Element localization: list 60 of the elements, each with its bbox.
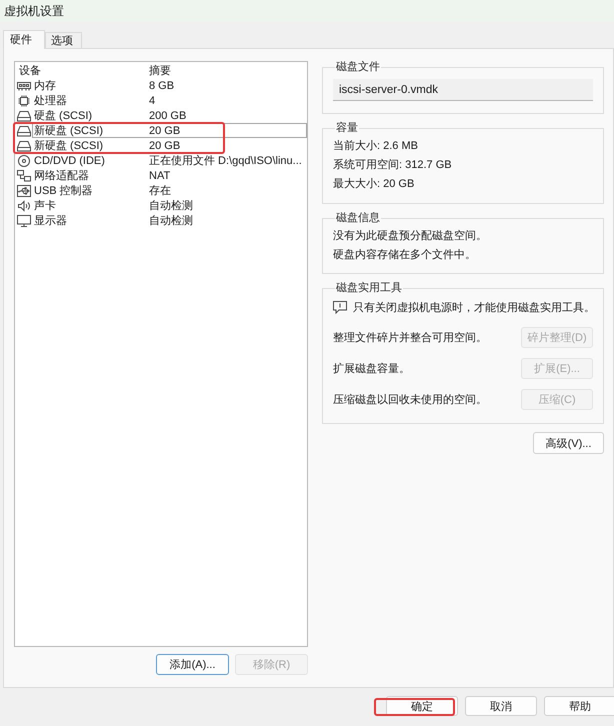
device-row[interactable]: CD/DVD (IDE) 正在使用文件 D:\gqd\ISO\linu...	[15, 153, 307, 168]
device-row[interactable]: 新硬盘 (SCSI) 20 GB	[15, 138, 307, 153]
device-summary: 自动检测	[149, 199, 193, 213]
action-description: 压缩磁盘以回收未使用的空间。	[333, 392, 487, 407]
speech-bubble-icon	[333, 301, 347, 314]
device-row[interactable]: 处理器 4	[15, 93, 307, 108]
notice-text: 只有关闭虚拟机电源时，才能使用磁盘实用工具。	[353, 300, 595, 315]
device-row[interactable]: 声卡 自动检测	[15, 198, 307, 213]
device-summary: 200 GB	[149, 110, 186, 122]
usb-symbol-icon	[17, 184, 31, 196]
capacity-text: 当前大小: 2.6 MB	[333, 139, 419, 154]
device-summary: 20 GB	[149, 140, 180, 152]
device-name: 内存	[33, 79, 57, 93]
dialog-button[interactable]: 帮助	[544, 696, 614, 716]
speaker-icon	[17, 200, 31, 212]
group-title: 磁盘实用工具	[335, 282, 403, 295]
device-row[interactable]: 新硬盘 (SCSI) 20 GB	[15, 123, 307, 138]
capacity-text: 最大大小: 20 GB	[333, 177, 416, 192]
action-description: 整理文件碎片并整合可用空间。	[333, 330, 487, 345]
device-name: 硬盘 (SCSI)	[33, 109, 94, 123]
group-title: 磁盘文件	[335, 61, 381, 74]
memory-icon	[17, 80, 31, 92]
column-header: 设备	[18, 64, 42, 78]
device-row[interactable]: USB 控制器 存在	[15, 183, 307, 198]
info-text: 硬盘内容存储在多个文件中。	[333, 248, 477, 263]
device-name: 新硬盘 (SCSI)	[33, 138, 104, 153]
device-name: 显示器	[33, 214, 68, 228]
device-row[interactable]: 网络适配器 NAT	[15, 168, 307, 183]
device-summary: 20 GB	[149, 124, 180, 136]
device-summary: NAT	[149, 170, 170, 182]
action-description: 扩展磁盘容量。	[333, 362, 410, 376]
device-summary: 8 GB	[149, 80, 174, 92]
device-summary: 自动检测	[149, 214, 193, 228]
tab[interactable]: 硬件	[3, 30, 45, 49]
device-row[interactable]: 硬盘 (SCSI) 200 GB	[15, 108, 307, 123]
device-name: 处理器	[33, 94, 68, 108]
device-name: USB 控制器	[33, 184, 94, 198]
file-name-field[interactable]: iscsi-server-0.vmdk	[333, 79, 593, 101]
device-summary: 4	[149, 94, 156, 106]
tab[interactable]: 选项	[45, 32, 82, 48]
device-row[interactable]: 显示器 自动检测	[15, 213, 307, 228]
device-summary: 存在	[149, 184, 171, 198]
column-header: 摘要	[149, 64, 171, 78]
network-icon	[17, 170, 31, 182]
advanced-button[interactable]: 高级(V)...	[533, 432, 604, 454]
device-row[interactable]: 内存 8 GB	[15, 78, 307, 93]
capacity-text: 系统可用空间: 312.7 GB	[333, 158, 453, 173]
device-name: 新硬盘 (SCSI)	[33, 124, 104, 138]
device-name: CD/DVD (IDE)	[33, 154, 106, 166]
group-title: 容量	[335, 122, 359, 135]
window-title: 虚拟机设置	[4, 2, 64, 20]
list-button[interactable]: 添加(A)...	[156, 654, 229, 675]
group-title: 磁盘信息	[335, 212, 381, 225]
device-summary: 正在使用文件 D:\gqd\ISO\linu...	[149, 154, 302, 168]
info-text: 没有为此硬盘预分配磁盘空间。	[333, 228, 488, 244]
device-name: 声卡	[33, 199, 57, 213]
chip-icon	[17, 94, 31, 106]
dialog-button[interactable]: 取消	[465, 696, 537, 716]
device-name: 网络适配器	[33, 169, 90, 183]
monitor-icon	[17, 214, 31, 226]
